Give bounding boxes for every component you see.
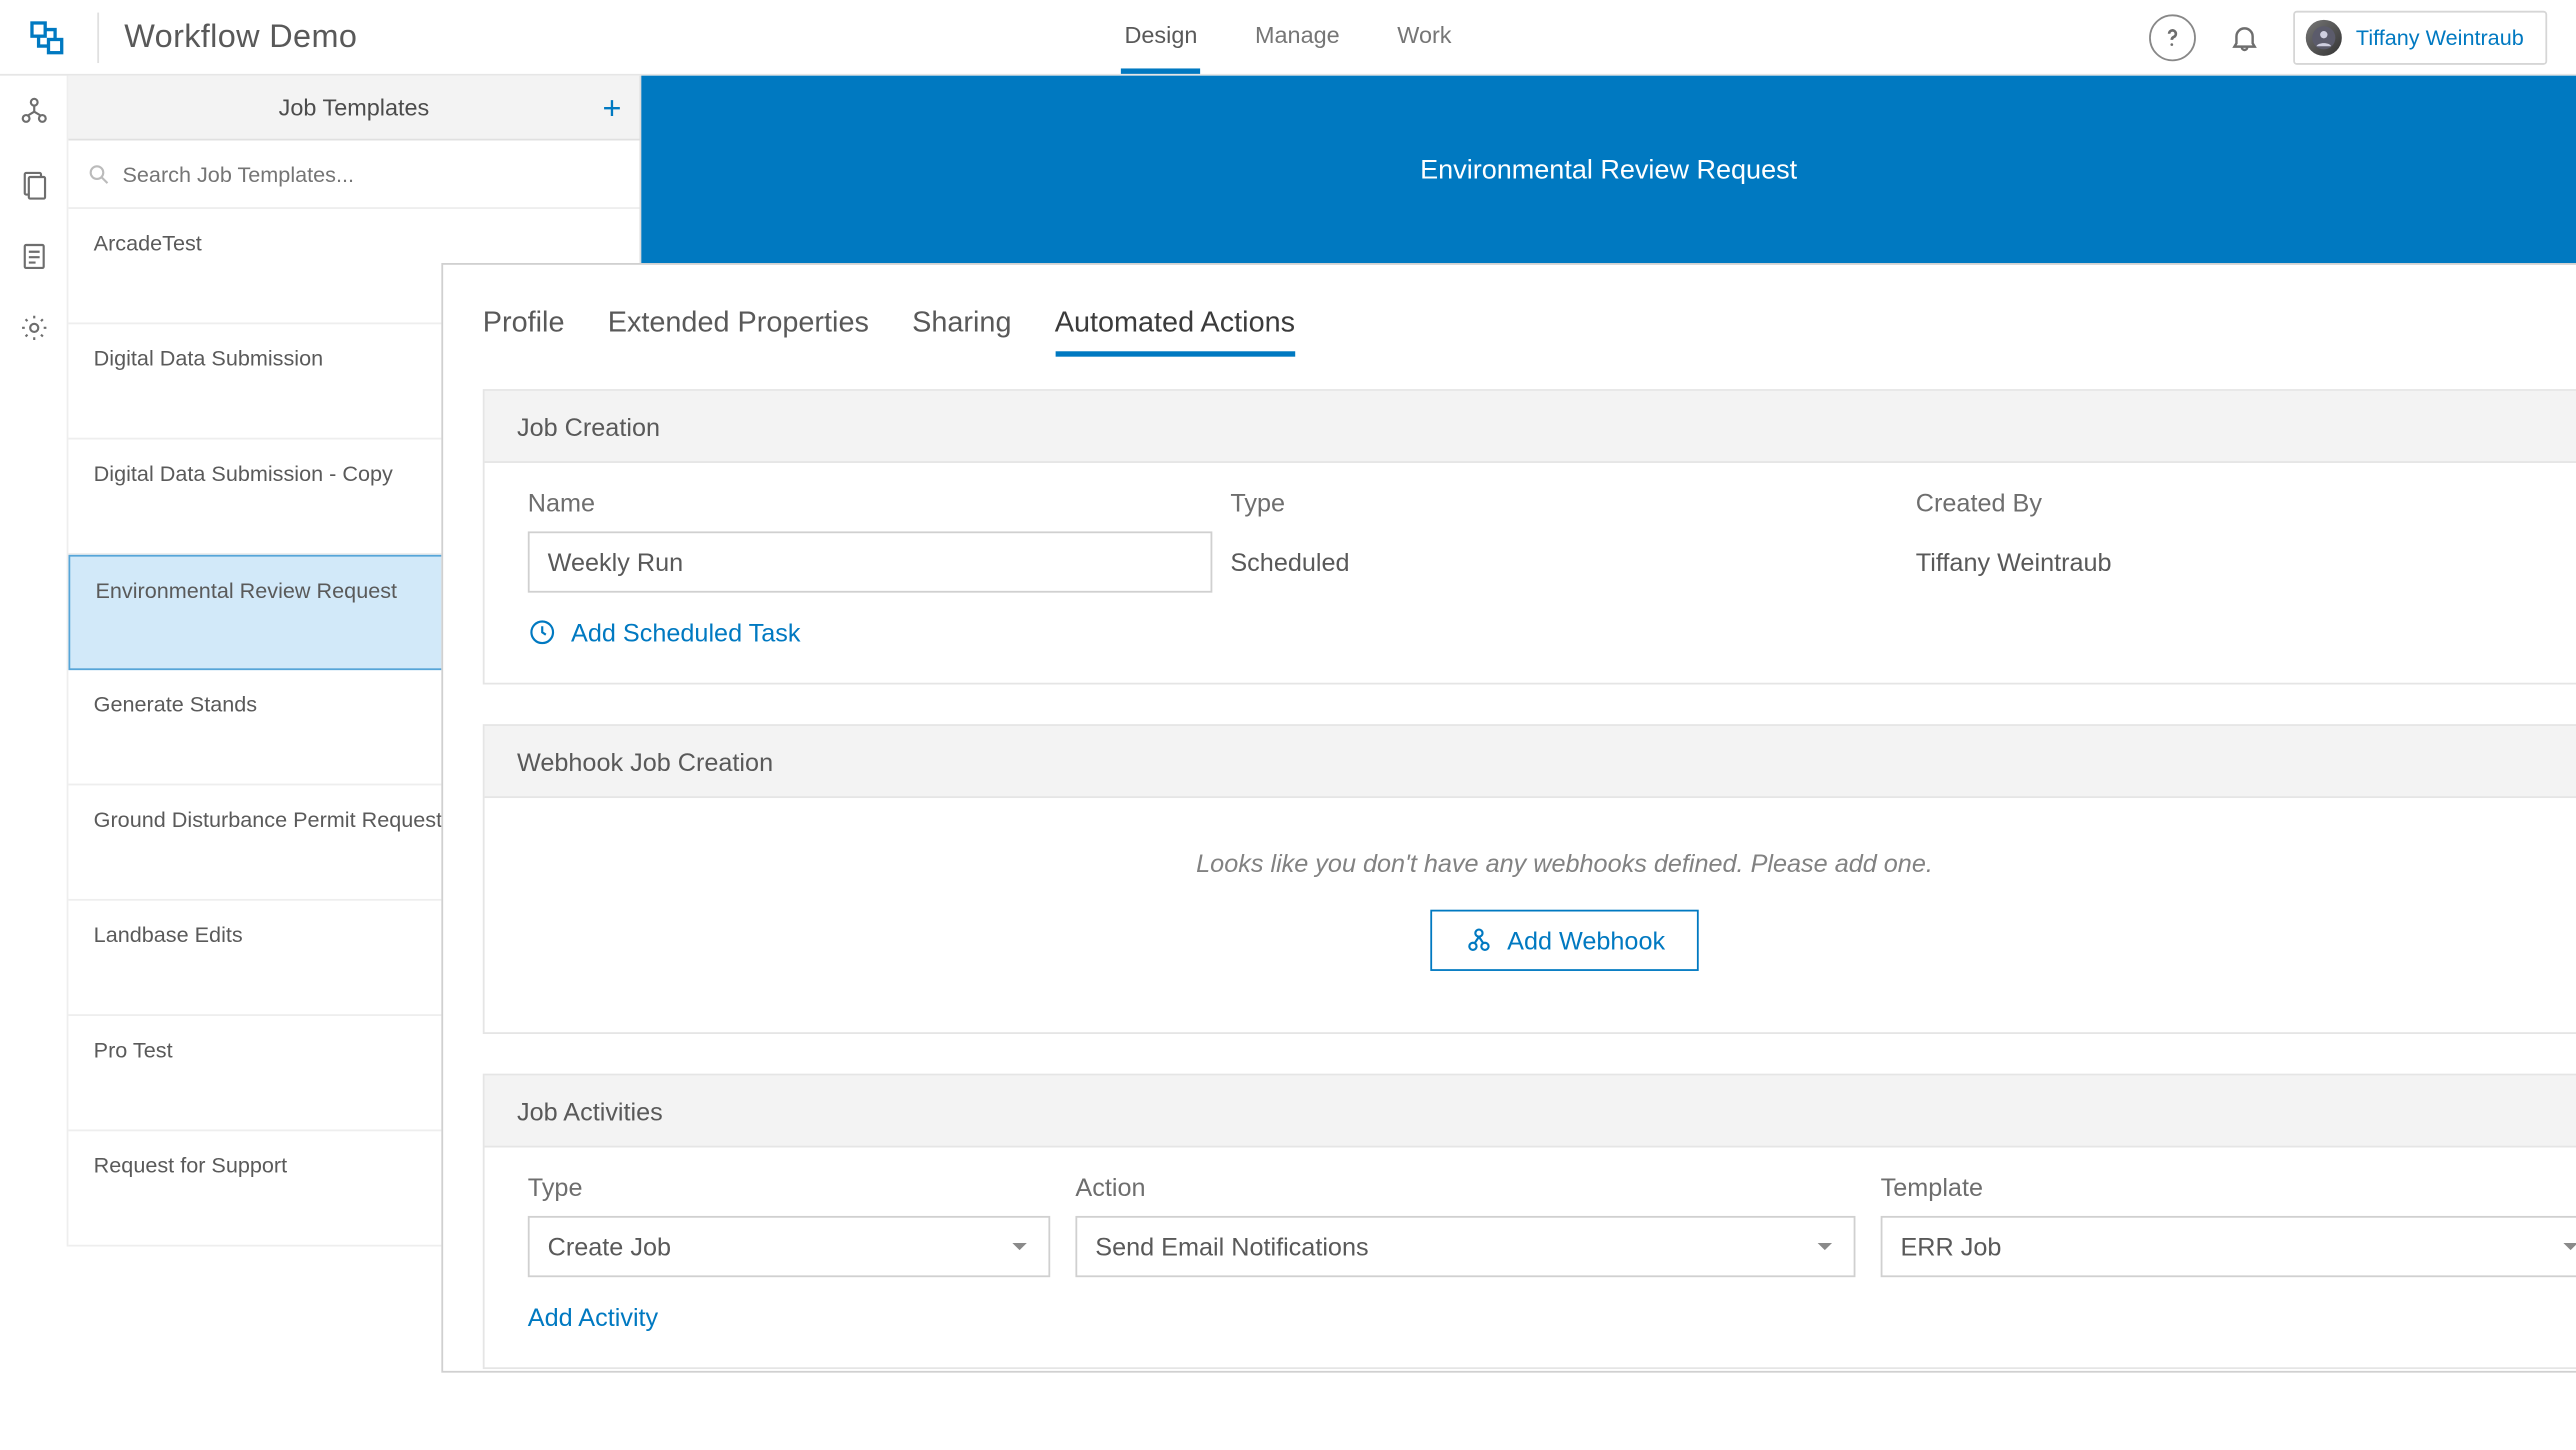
job-templates-title: Job Templates: [279, 94, 430, 121]
select-activity-template-value: ERR Job: [1900, 1232, 2001, 1261]
job-templates-search[interactable]: [68, 141, 639, 209]
add-webhook-label: Add Webhook: [1507, 926, 1665, 955]
logo-separator: [97, 12, 99, 62]
tab-profile[interactable]: Profile: [483, 308, 565, 357]
label-created-by: Created By: [1916, 488, 2576, 517]
user-name: Tiffany Weintraub: [2356, 24, 2524, 49]
nav-manage[interactable]: Manage: [1251, 0, 1343, 74]
add-template-icon[interactable]: +: [603, 91, 622, 123]
add-activity-link[interactable]: Add Activity: [528, 1302, 658, 1331]
app-logo: [22, 12, 72, 62]
label-type: Type: [1230, 488, 1915, 517]
topbar-right: Tiffany Weintraub: [2149, 10, 2547, 64]
job-template-item-title: ArcadeTest: [94, 231, 615, 256]
select-activity-template[interactable]: ERR Job: [1881, 1216, 2576, 1277]
rail-form-icon[interactable]: [12, 234, 55, 277]
rail-diagram-icon[interactable]: [12, 90, 55, 133]
section-webhook: Webhook Job Creation Looks like you don'…: [483, 724, 2576, 1034]
select-activity-action-value: Send Email Notifications: [1095, 1232, 1368, 1261]
select-activity-type[interactable]: Create Job: [528, 1216, 1050, 1277]
label-activity-template: Template: [1881, 1173, 2576, 1202]
app-title: Workflow Demo: [124, 18, 357, 56]
webhook-empty-text: Looks like you don't have any webhooks d…: [1196, 848, 1933, 877]
page-banner: Environmental Review Request: [641, 76, 2576, 263]
tab-automated-actions[interactable]: Automated Actions: [1055, 308, 1295, 357]
section-job-activities: Job Activities Type Create Job Action: [483, 1074, 2576, 1369]
tab-sharing[interactable]: Sharing: [912, 308, 1011, 357]
help-icon[interactable]: [2149, 14, 2196, 61]
left-rail: [0, 76, 68, 1247]
avatar: [2305, 19, 2341, 55]
nav-design[interactable]: Design: [1121, 0, 1201, 74]
chevron-down-icon: [2560, 1236, 2576, 1258]
add-webhook-button[interactable]: Add Webhook: [1430, 910, 1700, 971]
section-job-creation-header: Job Creation: [485, 391, 2576, 463]
add-scheduled-task-label: Add Scheduled Task: [571, 618, 800, 647]
select-activity-action[interactable]: Send Email Notifications: [1075, 1216, 1855, 1277]
notifications-icon[interactable]: [2221, 14, 2268, 61]
label-name: Name: [528, 488, 1231, 517]
label-activity-type: Type: [528, 1173, 1050, 1202]
section-webhook-header: Webhook Job Creation: [485, 726, 2576, 798]
clock-icon: [528, 618, 557, 647]
search-input[interactable]: [122, 161, 621, 186]
banner-title: Environmental Review Request: [1420, 154, 1797, 185]
select-activity-type-value: Create Job: [548, 1232, 671, 1261]
tab-extended-properties[interactable]: Extended Properties: [608, 308, 869, 357]
job-templates-header: Job Templates +: [68, 76, 639, 141]
detail-panel: Profile Extended Properties Sharing Auto…: [441, 263, 2576, 1373]
topbar: Workflow Demo Design Manage Work Tiffany…: [0, 0, 2576, 76]
nav-work[interactable]: Work: [1394, 0, 1455, 74]
section-job-creation: Job Creation Name Type Scheduled Created…: [483, 389, 2576, 684]
chevron-down-icon: [1009, 1236, 1031, 1258]
add-scheduled-task-link[interactable]: Add Scheduled Task: [528, 618, 2576, 647]
rail-templates-icon[interactable]: [12, 162, 55, 205]
webhook-icon: [1464, 926, 1493, 955]
chevron-down-icon: [1814, 1236, 1836, 1258]
user-chip[interactable]: Tiffany Weintraub: [2293, 10, 2547, 64]
section-job-activities-header: Job Activities: [485, 1075, 2576, 1147]
value-type: Scheduled: [1230, 531, 1915, 592]
content-area: Environmental Review Request Profile Ext…: [641, 76, 2576, 1247]
value-created-by: Tiffany Weintraub: [1916, 531, 2576, 592]
detail-tabs: Profile Extended Properties Sharing Auto…: [483, 308, 2576, 357]
input-schedule-name[interactable]: [528, 531, 1213, 592]
label-activity-action: Action: [1075, 1173, 1855, 1202]
rail-settings-icon[interactable]: [12, 306, 55, 349]
top-nav: Design Manage Work: [1121, 0, 1455, 74]
